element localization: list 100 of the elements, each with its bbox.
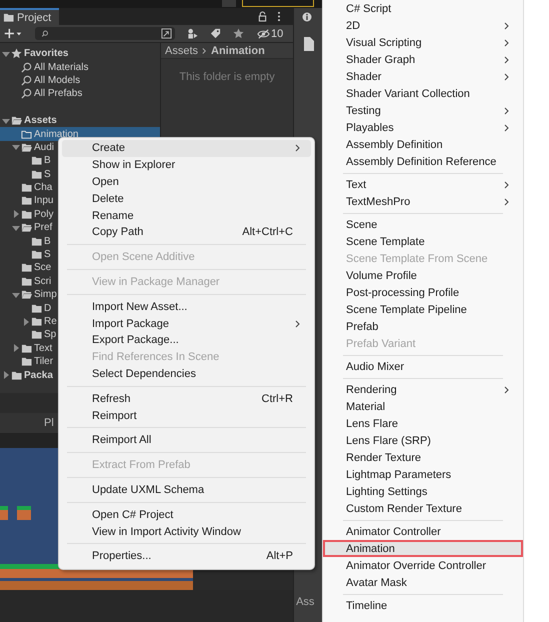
tree-item[interactable]: All Models xyxy=(34,74,80,86)
menu-item[interactable]: Animation xyxy=(323,540,523,557)
menu-item[interactable]: Custom Render Texture xyxy=(326,500,520,517)
add-dropdown-icon[interactable] xyxy=(3,28,23,39)
menu-item[interactable]: Properties... Alt+P xyxy=(62,548,311,565)
menu-item[interactable]: Avatar Mask xyxy=(326,574,520,591)
menu-item[interactable]: Timeline xyxy=(326,597,520,614)
menu-item[interactable]: Scene Template xyxy=(326,233,520,250)
menu-item[interactable]: Show in Explorer xyxy=(62,156,311,174)
breadcrumb-link[interactable]: Assets xyxy=(165,44,198,56)
menu-item[interactable]: TextMeshPro xyxy=(326,193,520,210)
collapsed-arrow-icon[interactable] xyxy=(22,318,30,326)
menu-item[interactable]: Reimport xyxy=(62,407,311,424)
menu-item[interactable]: Visual Scripting xyxy=(326,34,520,51)
search-field[interactable] xyxy=(35,27,175,40)
menu-item[interactable]: Reimport All xyxy=(62,432,311,449)
star-icon[interactable] xyxy=(233,28,244,39)
menu-item[interactable]: Scene xyxy=(326,216,520,233)
menu-item[interactable]: Update UXML Schema xyxy=(62,482,311,498)
label-filter-icon[interactable] xyxy=(210,28,221,39)
expanded-arrow-icon[interactable] xyxy=(2,50,10,58)
tree-item[interactable]: Animation xyxy=(34,128,78,140)
menu-item[interactable]: Lightmap Parameters xyxy=(326,466,520,483)
menu-item[interactable]: Export Package... xyxy=(62,332,311,349)
menu-item[interactable]: Lens Flare xyxy=(326,415,520,432)
menu-item[interactable]: Text xyxy=(326,176,520,193)
tree-item[interactable]: Simp xyxy=(34,289,57,300)
menu-item[interactable]: Testing xyxy=(326,102,520,119)
menu-item[interactable]: Post-processing Profile xyxy=(326,284,520,301)
menu-item[interactable]: Select Dependencies xyxy=(62,366,311,382)
tree-item[interactable]: Poly xyxy=(34,208,54,220)
tree-item[interactable]: Inpu xyxy=(34,195,54,206)
menu-item[interactable]: Assembly Definition Reference xyxy=(326,153,520,170)
tree-item[interactable]: B xyxy=(44,155,51,166)
tree-item[interactable]: Pref xyxy=(34,222,52,234)
tree-item[interactable]: Tiler xyxy=(34,356,54,368)
menu-item[interactable]: Refresh Ctrl+R xyxy=(62,390,311,408)
menu-item[interactable]: Copy Path Alt+Ctrl+C xyxy=(62,224,311,241)
menu-item[interactable]: Animator Controller xyxy=(326,523,520,540)
menu-item[interactable]: Lighting Settings xyxy=(326,483,520,500)
hidden-packages-toggle[interactable]: 10 xyxy=(257,28,284,40)
menu-item[interactable]: Playables xyxy=(326,119,520,136)
menu-item[interactable]: Animator Override Controller xyxy=(326,557,520,574)
menu-item[interactable]: 2D xyxy=(326,17,520,34)
tree-item[interactable]: Scri xyxy=(34,276,52,287)
expanded-arrow-icon[interactable] xyxy=(12,224,20,232)
menu-item[interactable]: Import Package xyxy=(62,315,311,332)
project-tab[interactable]: Project xyxy=(0,8,60,25)
tree-item[interactable]: All Prefabs xyxy=(34,88,82,100)
menu-item[interactable]: Shader Variant Collection xyxy=(326,85,520,102)
scene-search-icon[interactable] xyxy=(161,28,172,39)
tree-item[interactable]: Favorites xyxy=(24,48,68,60)
tree-item[interactable]: B xyxy=(44,236,51,247)
more-options-icon[interactable] xyxy=(277,11,282,22)
tree-item[interactable]: D xyxy=(44,302,52,314)
menu-item[interactable]: Lens Flare (SRP) xyxy=(326,432,520,449)
tree-item[interactable]: Text xyxy=(34,342,52,354)
menu-item[interactable]: Prefab xyxy=(326,318,520,335)
menu-item[interactable]: Delete xyxy=(62,190,311,208)
search-icon xyxy=(41,30,49,38)
tree-item[interactable]: All Materials xyxy=(34,62,88,73)
menu-item[interactable]: Rendering xyxy=(326,381,520,398)
type-filter-icon[interactable] xyxy=(187,28,198,39)
collapsed-arrow-icon[interactable] xyxy=(2,371,10,380)
tree-item[interactable]: S xyxy=(44,249,51,260)
menu-item[interactable]: Scene Template Pipeline xyxy=(326,301,520,318)
toolbar-field[interactable] xyxy=(242,0,314,7)
tree-item[interactable]: Cha xyxy=(34,182,52,194)
menu-item[interactable]: View in Import Activity Window xyxy=(62,523,311,540)
menu-item[interactable]: Material xyxy=(326,398,520,415)
tree-item[interactable]: Sce xyxy=(34,262,52,274)
lock-icon[interactable] xyxy=(258,11,268,22)
info-icon[interactable] xyxy=(302,12,312,22)
menu-item[interactable]: Assembly Definition xyxy=(326,136,520,153)
shortcut-text: Ctrl+R xyxy=(262,392,293,405)
menu-item[interactable]: C# Script xyxy=(326,0,520,17)
expanded-arrow-icon[interactable] xyxy=(12,143,20,152)
panel-tab[interactable]: Pl xyxy=(44,417,54,429)
collapsed-arrow-icon[interactable] xyxy=(12,344,20,352)
tree-item[interactable]: Sp xyxy=(44,329,56,340)
tree-item[interactable]: Re xyxy=(44,316,57,327)
breadcrumb-link[interactable]: Animation xyxy=(211,44,265,56)
menu-item[interactable]: Import New Asset... xyxy=(62,298,311,316)
tree-item[interactable]: Assets xyxy=(24,115,57,126)
menu-item[interactable]: Open C# Project xyxy=(62,506,311,524)
menu-item[interactable]: Shader Graph xyxy=(326,51,520,68)
expanded-arrow-icon[interactable] xyxy=(2,116,10,125)
menu-item[interactable]: Create xyxy=(62,140,311,157)
menu-item[interactable]: Open xyxy=(62,174,311,190)
tree-item[interactable]: Packa xyxy=(24,370,53,381)
collapsed-arrow-icon[interactable] xyxy=(12,210,20,218)
menu-item[interactable]: Render Texture xyxy=(326,449,520,466)
menu-item[interactable]: Rename xyxy=(62,207,311,224)
expanded-arrow-icon[interactable] xyxy=(12,290,20,299)
menu-item[interactable]: Shader xyxy=(326,68,520,85)
menu-item[interactable]: Audio Mixer xyxy=(326,358,520,375)
menu-item[interactable]: Volume Profile xyxy=(326,267,520,284)
tree-item[interactable]: S xyxy=(44,168,51,180)
breadcrumb-chevron-icon xyxy=(202,46,208,54)
tree-item[interactable]: Audi xyxy=(34,142,54,153)
